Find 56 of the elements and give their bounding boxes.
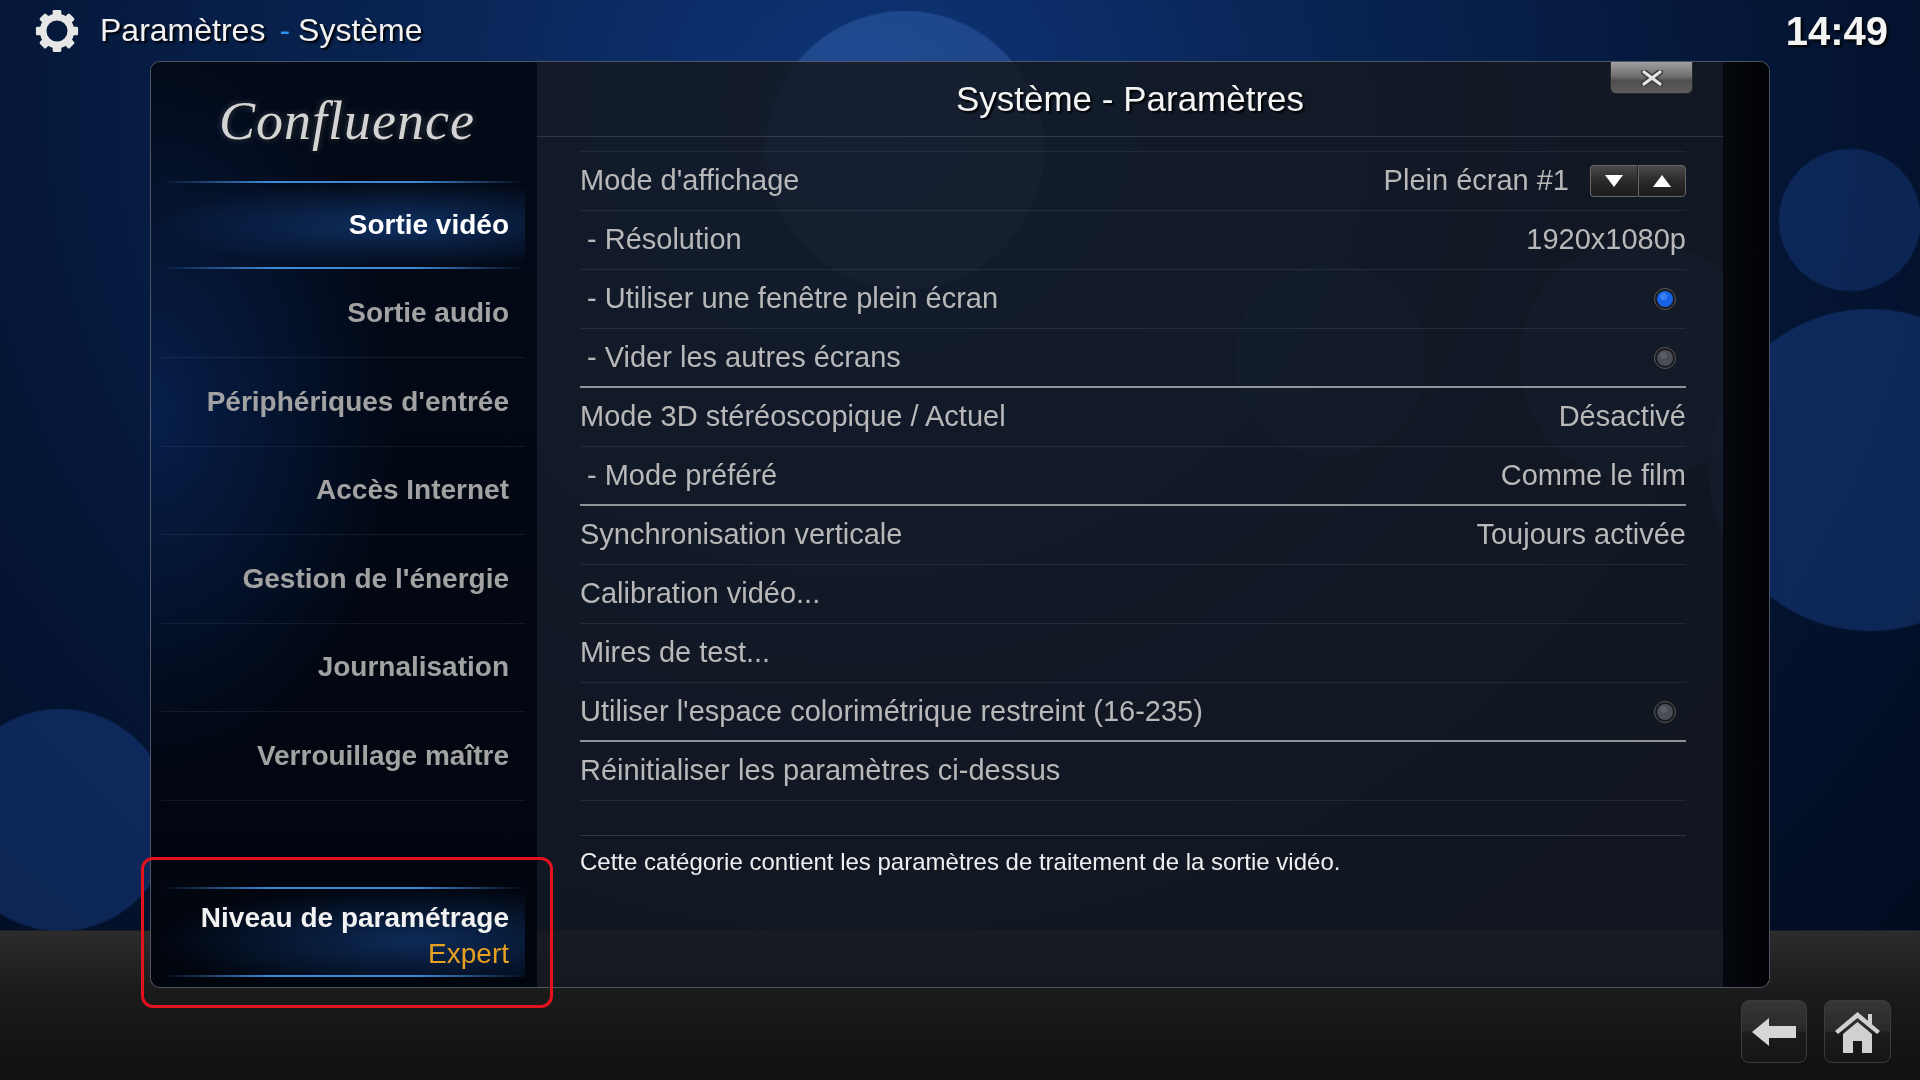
settings-row[interactable]: Mode 3D stéréoscopique / Actuel Désactivé [580, 388, 1686, 447]
toggle-icon[interactable] [1653, 345, 1677, 370]
setting-label: - Résolution [587, 223, 742, 257]
setting-label: Synchronisation verticale [580, 518, 903, 552]
back-button[interactable] [1741, 1000, 1807, 1063]
setting-label: Mires de test... [580, 636, 771, 670]
logo: Confluence [219, 91, 475, 152]
sidebar-item[interactable]: Périphériques d'entrée [161, 358, 525, 447]
setting-value: Comme le film [1500, 458, 1686, 493]
sidebar-item[interactable]: Accès Internet [161, 446, 525, 535]
setting-label: - Mode préféré [587, 458, 778, 493]
title-separator: - [279, 12, 291, 49]
home-button[interactable] [1824, 1000, 1891, 1063]
close-button[interactable] [1610, 62, 1693, 94]
down-triangle-icon [1604, 174, 1624, 188]
setting-value: Désactivé [1558, 400, 1686, 434]
category-description: Cette catégorie contient les paramètres de traitement de la sortie vidéo. [580, 848, 1341, 875]
sidebar-item[interactable]: Verrouillage maître [161, 712, 525, 801]
left-arrow-icon [1752, 1017, 1796, 1046]
settings-row[interactable]: Utiliser l'espace colorimétrique restreint (16-235) [580, 683, 1686, 742]
header-subtitle: Système [298, 12, 423, 49]
settings-row[interactable]: Mode d'affichage Plein écran #1 [580, 152, 1686, 211]
settings-row[interactable]: - Utiliser une fenêtre plein écran [580, 270, 1686, 329]
setting-label: - Vider les autres écrans [587, 340, 901, 375]
dialog-title: Système - Paramètres [955, 79, 1305, 119]
settings-level-button[interactable]: Niveau de paramétrage Expert [161, 887, 525, 977]
settings-row[interactable]: - Mode préféré Comme le film [580, 447, 1686, 506]
sidebar-item[interactable]: Sortie vidéo [161, 181, 525, 270]
setting-value: Plein écran #1 [1383, 164, 1569, 198]
settings-row[interactable]: Calibration vidéo... [580, 565, 1686, 624]
sidebar-item[interactable]: Journalisation [161, 623, 525, 712]
toggle-icon[interactable] [1653, 699, 1677, 724]
sidebar-item[interactable]: Gestion de l'énergie [161, 535, 525, 624]
clock: 14:49 [1785, 8, 1888, 53]
setting-label: - Utiliser une fenêtre plein écran [587, 282, 999, 316]
setting-label: Calibration vidéo... [580, 577, 821, 611]
setting-label: Mode 3D stéréoscopique / Actuel [580, 400, 1006, 434]
header-title: Paramètres [100, 12, 266, 49]
setting-value: Toujours activée [1476, 518, 1686, 552]
toggle-icon[interactable] [1653, 287, 1677, 311]
spin-down-button[interactable] [1590, 165, 1638, 197]
settings-row[interactable]: Synchronisation verticale Toujours activée [580, 506, 1686, 565]
setting-label: Mode d'affichage [580, 164, 800, 198]
setting-value: 1920x1080p [1526, 223, 1686, 257]
house-icon [1834, 1010, 1881, 1053]
setting-label: Utiliser l'espace colorimétrique restreint (16-235) [580, 694, 1203, 729]
settings-row[interactable]: - Résolution 1920x1080p [580, 211, 1686, 270]
settings-row[interactable]: - Vider les autres écrans [580, 329, 1686, 388]
setting-label: Réinitialiser les paramètres ci-dessus [580, 754, 1061, 788]
spin-up-button[interactable] [1638, 165, 1686, 197]
sidebar-item[interactable]: Sortie audio [161, 269, 525, 358]
gear-icon [34, 7, 80, 54]
close-icon [1640, 69, 1663, 86]
up-triangle-icon [1652, 174, 1672, 188]
settings-row[interactable]: Réinitialiser les paramètres ci-dessus [580, 742, 1686, 801]
settings-row[interactable]: Mires de test... [580, 624, 1686, 683]
